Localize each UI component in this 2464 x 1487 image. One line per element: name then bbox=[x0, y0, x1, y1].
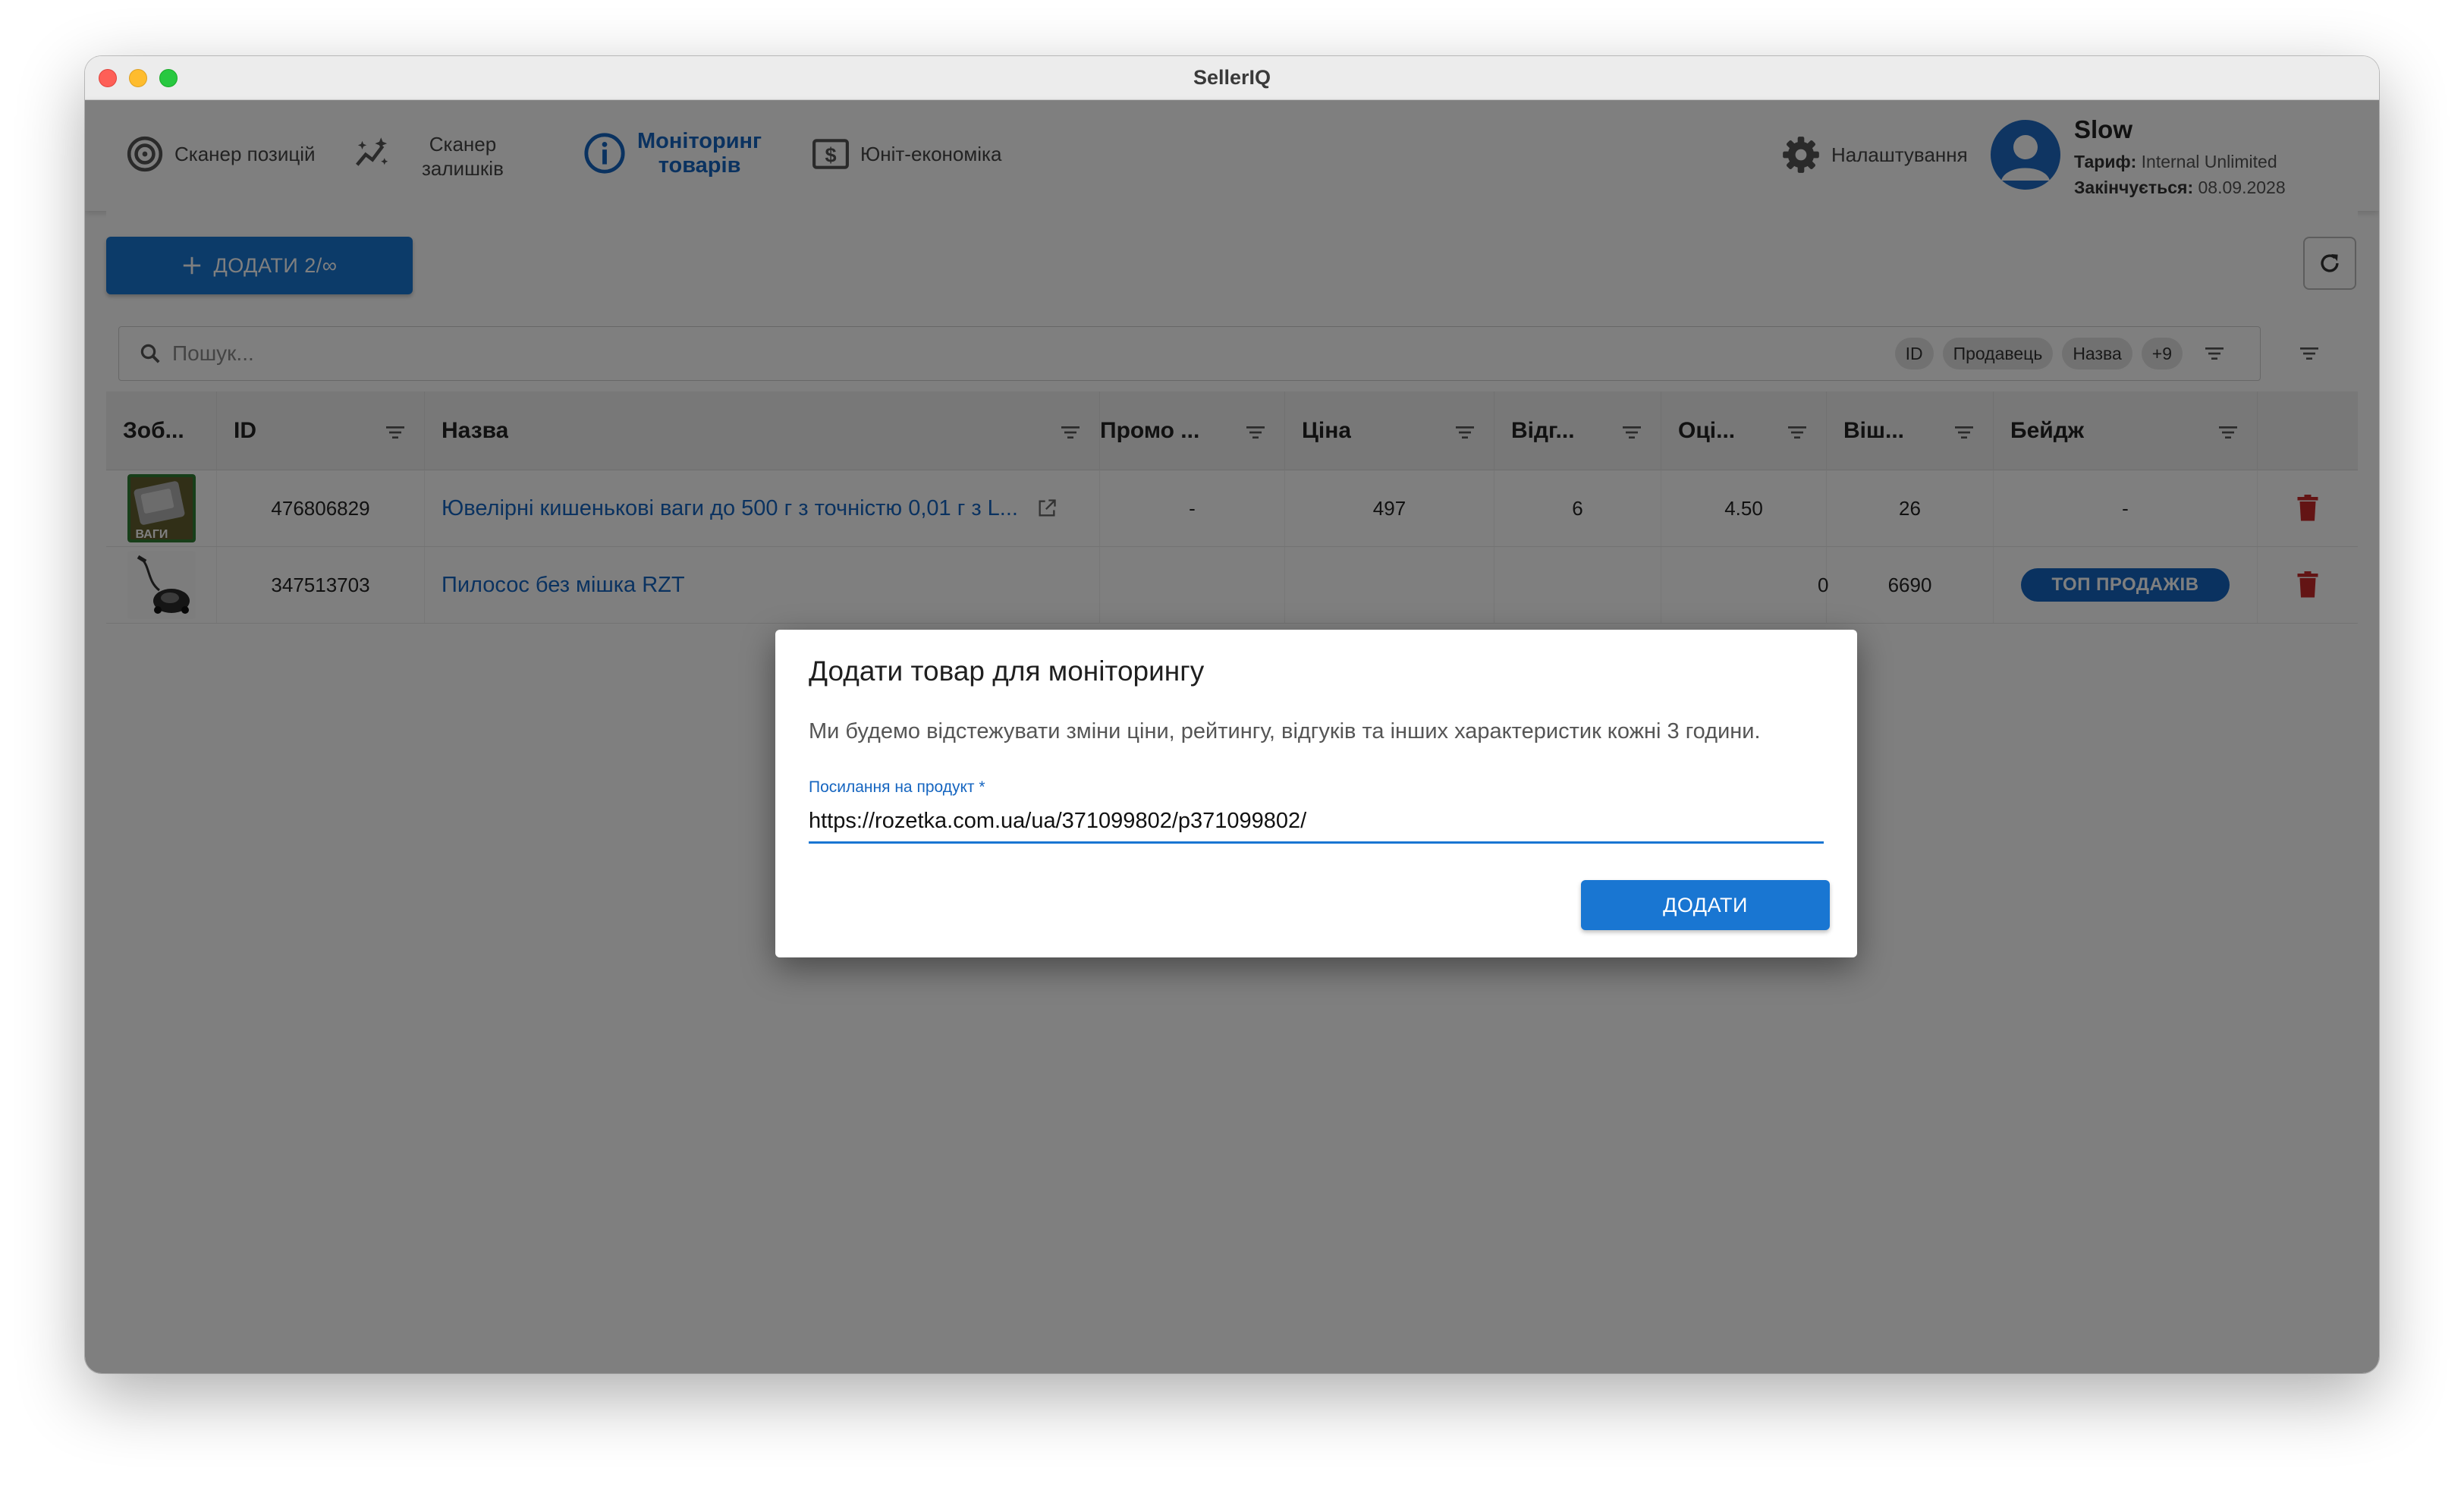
product-url-label: Посилання на продукт * bbox=[809, 778, 985, 796]
maximize-window-button[interactable] bbox=[159, 69, 178, 87]
product-url-input[interactable] bbox=[809, 801, 1824, 844]
app-window: SellerIQ Сканер позицій bbox=[85, 56, 2379, 1373]
dialog-submit-button[interactable]: ДОДАТИ bbox=[1581, 880, 1830, 930]
close-window-button[interactable] bbox=[99, 69, 117, 87]
dialog-title: Додати товар для моніторингу bbox=[809, 655, 1205, 687]
add-product-dialog: Додати товар для моніторингу Ми будемо в… bbox=[775, 630, 1857, 957]
title-bar: SellerIQ bbox=[85, 56, 2379, 100]
dialog-description: Ми будемо відстежувати зміни ціни, рейти… bbox=[809, 719, 1761, 744]
window-controls bbox=[99, 69, 178, 87]
window-title: SellerIQ bbox=[1193, 66, 1271, 89]
minimize-window-button[interactable] bbox=[129, 69, 147, 87]
